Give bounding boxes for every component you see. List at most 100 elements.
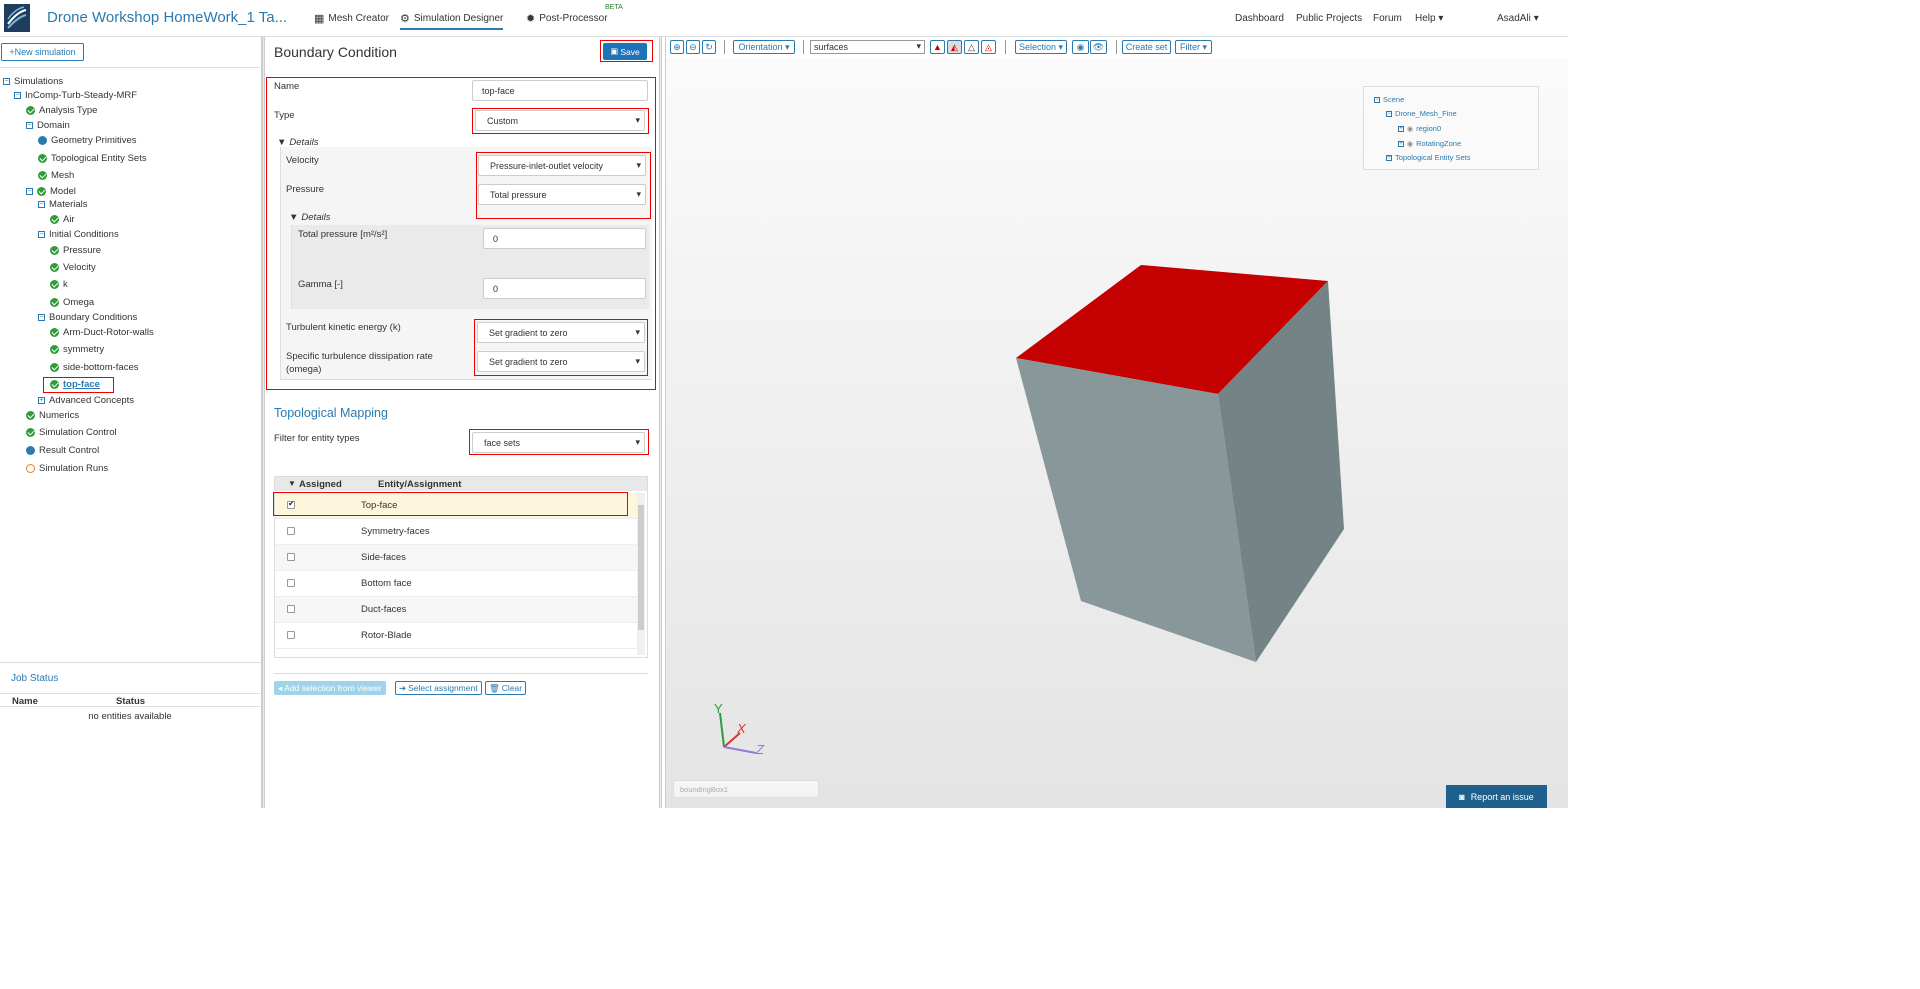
expand-icon[interactable]: + xyxy=(1386,154,1392,161)
tree-item-topological-entity-sets[interactable]: Topological Entity Sets xyxy=(38,151,147,165)
sdr-select[interactable]: Set gradient to zero xyxy=(477,351,645,372)
row-checkbox[interactable] xyxy=(287,579,295,587)
nav-simulation-designer[interactable]: ⚙ Simulation Designer xyxy=(400,12,504,30)
collapse-icon[interactable]: − xyxy=(1374,96,1380,103)
nav-user[interactable]: AsadAli ▾ xyxy=(1497,13,1539,24)
expand-icon[interactable]: + xyxy=(1398,140,1404,147)
wireframe-mode-icon[interactable]: △ xyxy=(964,40,979,54)
scene-rotating-zone[interactable]: + ◉ RotatingZone xyxy=(1398,139,1461,148)
refresh-icon[interactable]: ↻ xyxy=(702,40,716,54)
tree-item-simulation[interactable]: − InComp-Turb-Steady-MRF xyxy=(14,88,137,102)
table-row[interactable]: Rotor-Blade xyxy=(275,623,637,649)
table-row[interactable]: Side-faces xyxy=(275,545,637,571)
expand-icon[interactable]: + xyxy=(38,396,45,404)
filter-dropdown[interactable]: Filter ▾ xyxy=(1175,40,1212,54)
tree-item-boundary-conditions[interactable]: − Boundary Conditions xyxy=(38,310,137,324)
gamma-input[interactable]: 0 xyxy=(483,278,646,299)
table-row[interactable]: Symmetry-faces xyxy=(275,519,637,545)
sort-triangle-icon[interactable]: ▼ xyxy=(288,479,296,488)
scene-topological-entity-sets[interactable]: + Topological Entity Sets xyxy=(1386,153,1470,162)
table-row[interactable]: Duct-faces xyxy=(275,597,637,623)
collapse-icon[interactable]: − xyxy=(26,187,33,195)
total-pressure-input[interactable]: 0 xyxy=(483,228,646,249)
tree-item-geometry-primitives[interactable]: Geometry Primitives xyxy=(38,133,137,147)
details-toggle-2[interactable]: ▼ Details xyxy=(289,212,330,223)
tree-item-pressure[interactable]: Pressure xyxy=(50,243,101,257)
nav-forum[interactable]: Forum xyxy=(1373,13,1402,24)
render-mode-select[interactable]: surfaces xyxy=(810,40,925,54)
tree-item-numerics[interactable]: Numerics xyxy=(26,408,79,422)
tree-item-result-control[interactable]: Result Control xyxy=(26,443,99,457)
scene-root[interactable]: − Scene xyxy=(1374,95,1404,104)
zoom-out-icon[interactable]: ⊖ xyxy=(686,40,700,54)
tree-item-simulation-control[interactable]: Simulation Control xyxy=(26,425,117,439)
scene-mesh[interactable]: − Drone_Mesh_Fine xyxy=(1386,109,1457,118)
type-select[interactable]: Custom xyxy=(475,110,645,131)
nav-post-processor[interactable]: ✹ Post-Processor xyxy=(526,12,608,25)
col-entity[interactable]: Entity/Assignment xyxy=(378,479,461,490)
tree-item-domain[interactable]: − Domain xyxy=(26,118,70,132)
collapse-icon[interactable]: − xyxy=(38,313,45,321)
row-checkbox[interactable] xyxy=(287,605,295,613)
points-mode-icon[interactable]: ◬ xyxy=(981,40,996,54)
save-button[interactable]: ▣ Save xyxy=(603,43,647,60)
report-issue-button[interactable]: ◙ Report an issue xyxy=(1446,785,1547,808)
selection-dropdown[interactable]: Selection ▾ xyxy=(1015,40,1067,54)
table-row[interactable]: Bottom face xyxy=(275,571,637,597)
eye-icon[interactable]: ◉ xyxy=(1407,125,1413,133)
nav-mesh-creator[interactable]: ▦ Mesh Creator xyxy=(314,12,389,25)
right-splitter[interactable] xyxy=(659,37,662,808)
tree-item-omega[interactable]: Omega xyxy=(50,295,94,309)
name-input[interactable]: top-face xyxy=(472,80,648,101)
surface-mode-icon[interactable]: ▲ xyxy=(930,40,945,54)
tree-item-initial-conditions[interactable]: − Initial Conditions xyxy=(38,227,119,241)
tree-item-bc-symmetry[interactable]: symmetry xyxy=(50,342,104,356)
nav-dashboard[interactable]: Dashboard xyxy=(1235,13,1284,24)
row-checkbox[interactable] xyxy=(287,527,295,535)
3d-viewer[interactable]: ⊕ ⊖ ↻ Orientation ▾ surfaces ▲ ◭ △ ◬ Sel… xyxy=(665,37,1569,808)
tree-item-bc-walls[interactable]: Arm-Duct-Rotor-walls xyxy=(50,325,154,339)
row-checkbox[interactable] xyxy=(287,631,295,639)
zoom-in-icon[interactable]: ⊕ xyxy=(670,40,684,54)
tke-select[interactable]: Set gradient to zero xyxy=(477,322,645,343)
expand-icon[interactable]: + xyxy=(1398,125,1404,132)
nav-help[interactable]: Help ▾ xyxy=(1415,13,1443,24)
collapse-icon[interactable]: − xyxy=(38,230,45,238)
col-assigned[interactable]: Assigned xyxy=(299,479,342,490)
collapse-icon[interactable]: − xyxy=(26,121,33,129)
new-simulation-button[interactable]: + New simulation xyxy=(1,43,84,61)
collapse-icon[interactable]: − xyxy=(3,77,10,85)
velocity-select[interactable]: Pressure-inlet-outlet velocity xyxy=(478,155,646,176)
collapse-icon[interactable]: − xyxy=(38,200,45,208)
tree-item-model[interactable]: − Model xyxy=(26,184,76,198)
clear-button[interactable]: 🗑 Clear xyxy=(485,681,527,695)
pressure-select[interactable]: Total pressure xyxy=(478,184,646,205)
scene-region0[interactable]: + ◉ region0 xyxy=(1398,124,1441,133)
tree-item-advanced-concepts[interactable]: + Advanced Concepts xyxy=(38,393,134,407)
tree-item-bc-side-bottom[interactable]: side-bottom-faces xyxy=(50,360,139,374)
row-checkbox[interactable] xyxy=(287,553,295,561)
tree-item-simulation-runs[interactable]: Simulation Runs xyxy=(26,461,108,475)
tree-item-materials[interactable]: − Materials xyxy=(38,197,88,211)
left-splitter[interactable] xyxy=(262,37,265,808)
tree-item-mesh[interactable]: Mesh xyxy=(38,168,74,182)
tree-item-air[interactable]: Air xyxy=(50,212,75,226)
tree-item-k[interactable]: k xyxy=(50,277,68,291)
orientation-dropdown[interactable]: Orientation ▾ xyxy=(733,40,795,54)
nav-public-projects[interactable]: Public Projects xyxy=(1296,13,1362,24)
collapse-icon[interactable]: − xyxy=(14,91,21,99)
tree-item-velocity[interactable]: Velocity xyxy=(50,260,96,274)
project-title[interactable]: Drone Workshop HomeWork_1 Ta... xyxy=(47,9,287,26)
show-all-eye-icon[interactable]: 👁 xyxy=(1090,40,1107,54)
add-selection-button[interactable]: ◂ Add selection from viewer xyxy=(274,681,386,695)
scrollbar-thumb[interactable] xyxy=(638,505,644,630)
select-assignment-button[interactable]: ➔ Select assignment xyxy=(395,681,482,695)
hide-selection-icon[interactable]: ◉ xyxy=(1072,40,1089,54)
create-set-button[interactable]: Create set xyxy=(1122,40,1171,54)
simscale-logo-icon[interactable] xyxy=(4,4,30,32)
eye-icon[interactable]: ◉ xyxy=(1407,140,1413,148)
cube-model[interactable] xyxy=(1006,257,1351,667)
surface-edges-mode-icon[interactable]: ◭ xyxy=(947,40,962,54)
table-scrollbar[interactable] xyxy=(637,493,645,655)
bounding-box-input[interactable]: boundingBox1 xyxy=(673,780,819,798)
